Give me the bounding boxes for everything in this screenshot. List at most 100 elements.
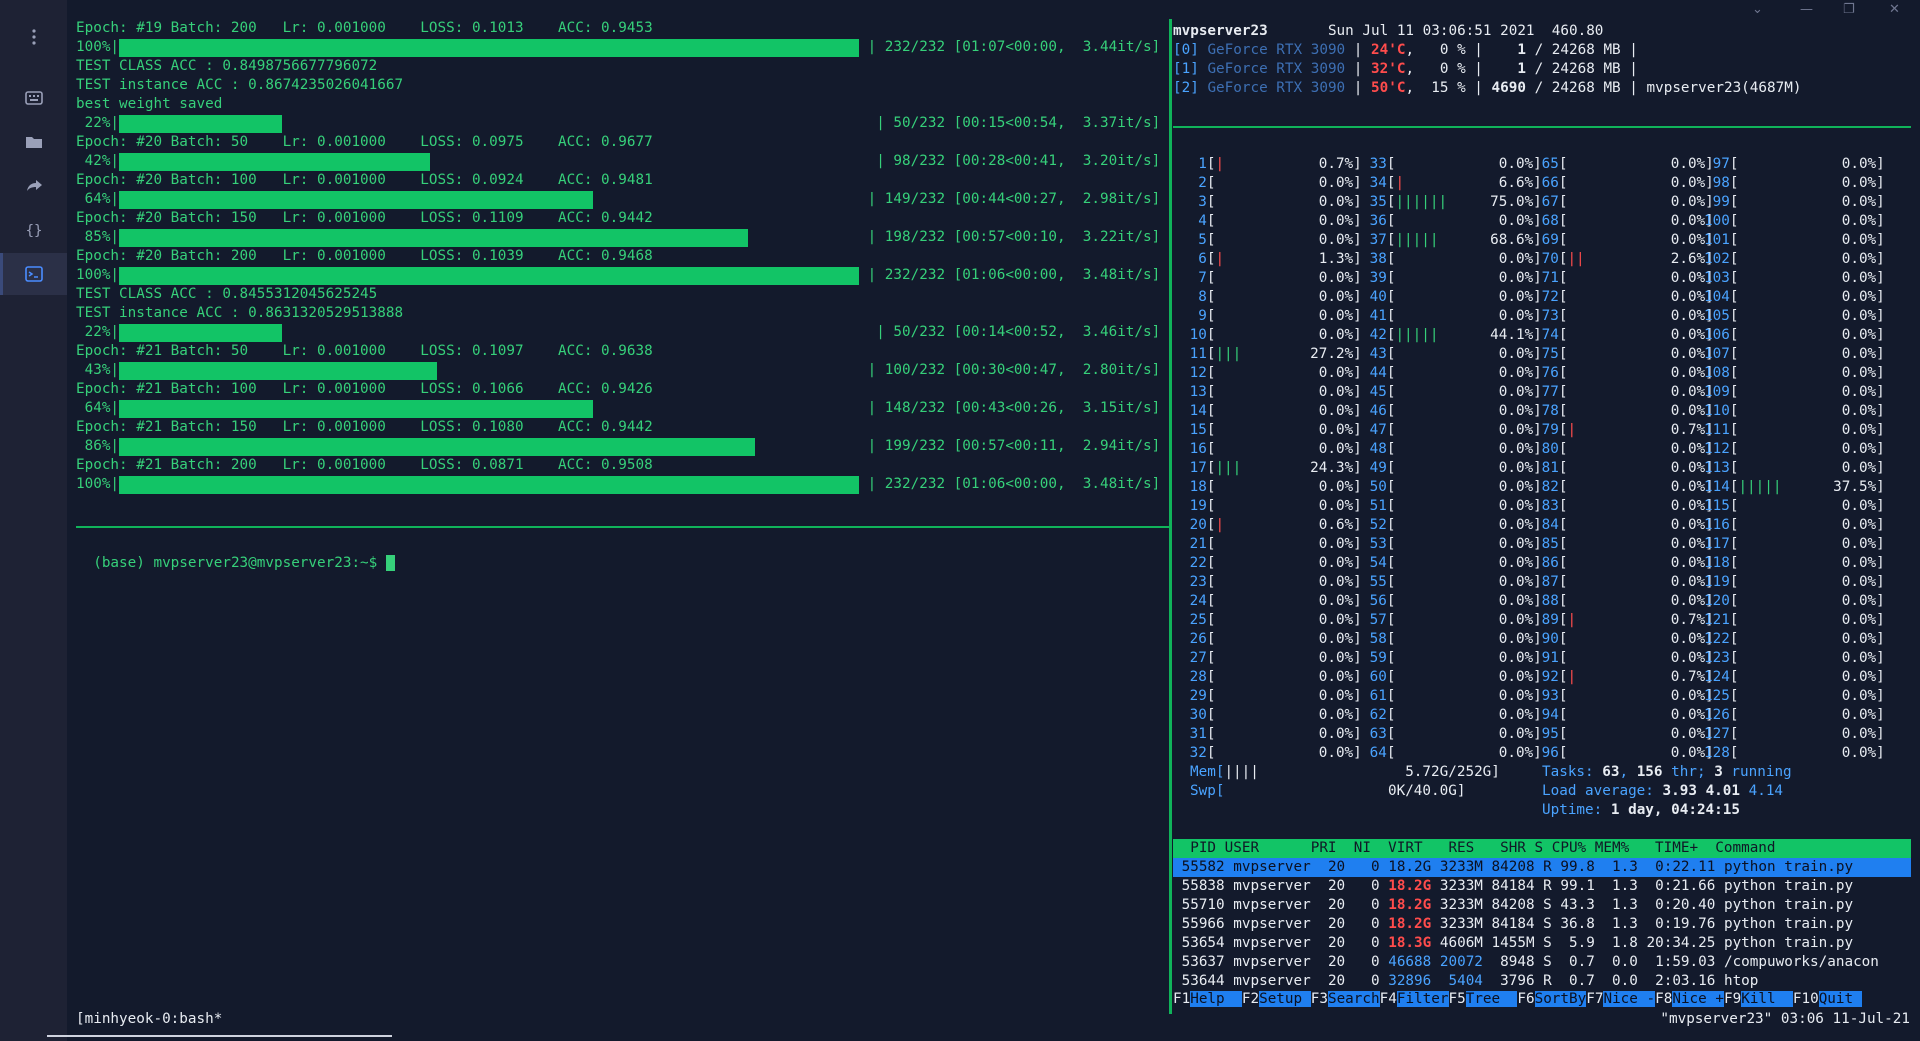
swap-meter: Swp[ 0K/40.0G]	[1190, 782, 1465, 801]
cpu-meter: 8[ 0.0%]	[1181, 288, 1362, 307]
process-row[interactable]: 55582 mvpserver 20 0 18.2G 3233M 84208 R…	[1173, 858, 1911, 877]
cpu-meter: 3[ 0.0%]	[1181, 193, 1362, 212]
pane-divider-vertical[interactable]	[1169, 19, 1172, 1014]
fkey-label[interactable]: Nice -	[1603, 991, 1656, 1007]
progress-percent: 100%|	[76, 39, 120, 55]
cpu-percent: 0.0%]	[1841, 517, 1885, 533]
fkey-label[interactable]: Nice +	[1672, 991, 1724, 1007]
cpu-number: 36	[1361, 213, 1387, 229]
cpu-percent: 0.0%]	[1318, 308, 1362, 324]
mem-meter: Mem[|||| 5.72G/252G]	[1190, 763, 1500, 782]
minimize-icon[interactable]: —	[1800, 2, 1813, 17]
fkey-f8[interactable]: F8	[1655, 991, 1672, 1007]
progress-bar-fill	[119, 362, 437, 380]
fkey-f6[interactable]: F6	[1517, 991, 1534, 1007]
cpu-number: 24	[1181, 593, 1207, 609]
cpu-meter: 2[ 0.0%]	[1181, 174, 1362, 193]
cpu-number: 35	[1361, 194, 1387, 210]
fkey-f1[interactable]: F1	[1173, 991, 1190, 1007]
process-row[interactable]: 53654 mvpserver 20 0 18.3G 4606M 1455M S…	[1173, 934, 1911, 953]
gpu-sep: |	[1345, 80, 1371, 96]
cpu-meter: 7[ 0.0%]	[1181, 269, 1362, 288]
gpu-procs: mvpserver23(4687M)	[1646, 80, 1802, 96]
cpu-pad	[1738, 346, 1841, 362]
progress-stats: | 98/232 [00:28<00:41, 3.20it/s]	[876, 153, 1161, 169]
code-braces-icon[interactable]: {}	[0, 210, 67, 250]
cpu-pad	[1395, 517, 1498, 533]
shell-prompt[interactable]: (base) mvpserver23@mvpserver23:~$	[76, 535, 395, 571]
progress-bar-fill	[119, 153, 430, 171]
fkey-label[interactable]: Quit	[1818, 991, 1862, 1007]
process-command: python train.py	[1715, 859, 1854, 875]
cpu-number: 96	[1533, 745, 1559, 761]
gpu-sep: |	[1620, 42, 1647, 58]
process-row[interactable]: 53644 mvpserver 20 0 32896 5404 3796 R 0…	[1173, 972, 1911, 991]
fkey-f5[interactable]: F5	[1449, 991, 1466, 1007]
fkey-f4[interactable]: F4	[1380, 991, 1397, 1007]
process-row[interactable]: 55838 mvpserver 20 0 18.2G 3233M 84184 R…	[1173, 877, 1911, 896]
cpu-number: 1	[1181, 156, 1207, 172]
process-mem-percent: 0.0	[1594, 973, 1638, 989]
more-vert-icon[interactable]	[0, 17, 67, 57]
cpu-percent: 0.0%]	[1318, 498, 1362, 514]
cpu-pad	[1738, 156, 1841, 172]
process-pid: 55838	[1173, 878, 1225, 894]
cpu-pad	[1438, 327, 1490, 343]
process-nice: 0	[1345, 973, 1380, 989]
fkey-label[interactable]: Setup	[1259, 991, 1311, 1007]
restore-icon[interactable]: ❐	[1843, 2, 1855, 17]
process-row[interactable]: 55966 mvpserver 20 0 18.2G 3233M 84184 S…	[1173, 915, 1911, 934]
cpu-meter: 113[ 0.0%]	[1704, 459, 1885, 478]
process-shr: 1455M	[1482, 935, 1535, 951]
fkey-f9[interactable]: F9	[1724, 991, 1741, 1007]
fkey-label[interactable]: Tree	[1465, 991, 1518, 1007]
cpu-pad	[1576, 669, 1671, 685]
process-table-header[interactable]: PID USER PRI NI VIRT RES SHR S CPU% MEM%…	[1173, 839, 1911, 858]
share-icon[interactable]	[0, 166, 67, 206]
cpu-pad	[1395, 346, 1498, 362]
folder-icon[interactable]	[0, 122, 67, 162]
fkey-label[interactable]: Search	[1327, 991, 1380, 1007]
cpu-pad	[1738, 194, 1841, 210]
gpustat-datetime: Sun Jul 11 03:06:51 2021	[1327, 23, 1535, 39]
gpu-sep: ,	[1405, 42, 1423, 58]
cpu-pad	[1567, 498, 1670, 514]
cpu-number: 83	[1533, 498, 1559, 514]
process-pid: 53654	[1173, 935, 1225, 951]
tasks-sep: ,	[1619, 764, 1637, 780]
cpu-percent: 0.0%]	[1841, 707, 1885, 723]
chevron-down-icon[interactable]: ⌄	[1752, 2, 1763, 17]
close-icon[interactable]: ✕	[1889, 2, 1900, 17]
fkey-label[interactable]: SortBy	[1534, 991, 1587, 1007]
fkey-label[interactable]: Filter	[1396, 991, 1449, 1007]
cpu-number: 3	[1181, 194, 1207, 210]
cpu-meter: 112[ 0.0%]	[1704, 440, 1885, 459]
gpu-sep: ,	[1405, 61, 1423, 77]
cpu-meter: 21[ 0.0%]	[1181, 535, 1362, 554]
tmux-window-list[interactable]: [minhyeok-0:bash*	[76, 1010, 222, 1029]
cpu-meter: 10[ 0.0%]	[1181, 326, 1362, 345]
cpu-number: 18	[1181, 479, 1207, 495]
fkey-f2[interactable]: F2	[1242, 991, 1259, 1007]
process-virt: 18.2G	[1379, 859, 1432, 875]
cpu-meter: 95[ 0.0%]	[1533, 725, 1714, 744]
cpu-meter: 50[ 0.0%]	[1361, 478, 1542, 497]
cpu-meter: 71[ 0.0%]	[1533, 269, 1714, 288]
process-res: 3233M	[1431, 859, 1483, 875]
keyboard-icon[interactable]	[0, 78, 67, 118]
fkey-label[interactable]: Kill	[1741, 991, 1793, 1007]
terminal-icon[interactable]	[0, 253, 67, 295]
cpu-meter: 55[ 0.0%]	[1361, 573, 1542, 592]
cpu-pad	[1738, 251, 1841, 267]
fkey-f3[interactable]: F3	[1311, 991, 1328, 1007]
cpu-number: 66	[1533, 175, 1559, 191]
fkey-f10[interactable]: F10	[1793, 991, 1819, 1007]
gpu-name: GeForce RTX 3090	[1207, 80, 1346, 96]
fkey-f7[interactable]: F7	[1586, 991, 1603, 1007]
cpu-number: 62	[1361, 707, 1387, 723]
fkey-label[interactable]: Help	[1190, 991, 1242, 1007]
process-command: python train.py	[1715, 916, 1854, 932]
process-time: 0:19.76	[1637, 916, 1716, 932]
process-row[interactable]: 53637 mvpserver 20 0 46688 20072 8948 S …	[1173, 953, 1911, 972]
process-row[interactable]: 55710 mvpserver 20 0 18.2G 3233M 84208 S…	[1173, 896, 1911, 915]
